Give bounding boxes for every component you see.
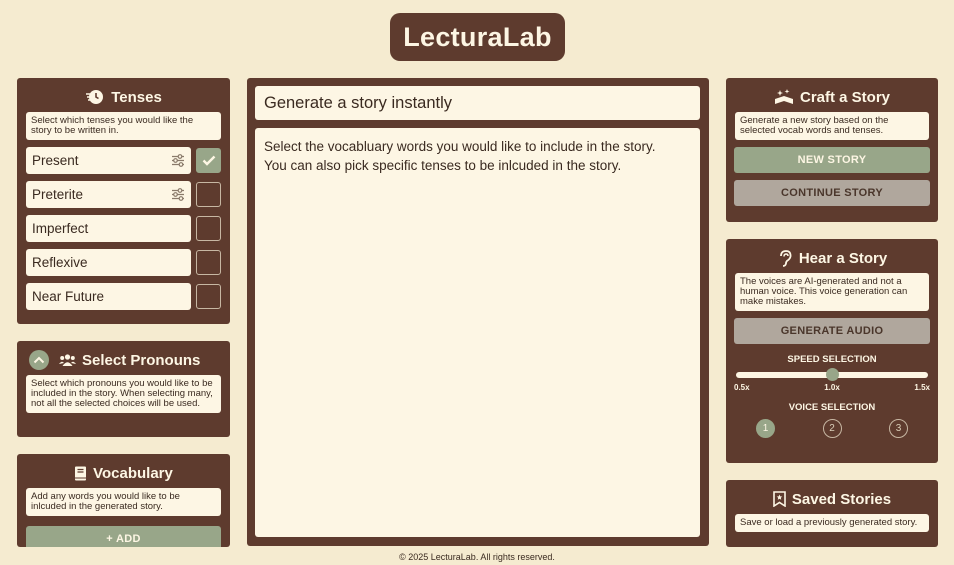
speed-mid-label: 1.0x [824, 383, 840, 392]
app-logo: LecturaLab [390, 13, 565, 61]
tense-row-reflexive: Reflexive [26, 249, 221, 276]
story-title: Generate a story instantly [255, 86, 700, 120]
tense-checkbox-reflexive[interactable] [196, 250, 221, 275]
users-icon [59, 354, 76, 366]
tense-row-imperfect: Imperfect [26, 215, 221, 242]
ear-icon [779, 249, 792, 267]
tenses-panel: Tenses Select which tenses you would lik… [17, 78, 230, 324]
tense-label: Imperfect [32, 221, 89, 236]
vocabulary-title: Vocabulary [93, 464, 173, 482]
hear-story-panel: Hear a Story The voices are AI-generated… [726, 239, 938, 463]
footer-copyright: © 2025 LecturaLab. All rights reserved. [399, 552, 555, 562]
tense-option-reflexive[interactable]: Reflexive [26, 249, 191, 276]
speed-slider[interactable] [736, 368, 928, 381]
voice-option-2[interactable]: 2 [822, 419, 842, 438]
continue-story-button[interactable]: CONTINUE STORY [734, 180, 930, 206]
collapse-toggle[interactable] [29, 350, 49, 370]
tense-row-present: Present [26, 147, 221, 174]
tenses-title: Tenses [111, 88, 162, 106]
saved-title: Saved Stories [791, 490, 892, 508]
pronouns-panel: Select Pronouns Select which pronouns yo… [17, 341, 230, 437]
voice-selector: 1 2 3 [756, 419, 908, 438]
tense-checkbox-near-future[interactable] [196, 284, 221, 309]
speed-min-label: 0.5x [734, 383, 750, 392]
speed-slider-thumb[interactable] [826, 368, 839, 381]
book-icon [75, 466, 87, 480]
voice-option-3[interactable]: 3 [889, 419, 908, 438]
story-body-line: Select the vocabluary words you would li… [264, 139, 656, 154]
speed-selection-label: SPEED SELECTION [787, 354, 877, 365]
tense-option-imperfect[interactable]: Imperfect [26, 215, 191, 242]
checkmark-icon [202, 155, 215, 166]
story-body-line: You can also pick specific tenses to be … [264, 158, 622, 173]
pronouns-title: Select Pronouns [82, 351, 201, 369]
sparkle-book-icon [774, 88, 793, 104]
saved-description: Save or load a previously generated stor… [735, 514, 929, 532]
hear-description: The voices are AI-generated and not a hu… [735, 273, 929, 311]
chevron-up-icon [33, 356, 45, 364]
craft-story-panel: Craft a Story Generate a new story based… [726, 78, 938, 222]
voice-option-1[interactable]: 1 [756, 419, 775, 438]
pronouns-description: Select which pronouns you would like to … [26, 375, 221, 413]
hear-title: Hear a Story [798, 249, 888, 267]
story-body: Select the vocabluary words you would li… [255, 128, 700, 537]
sliders-icon[interactable] [171, 188, 185, 201]
tense-checkbox-imperfect[interactable] [196, 216, 221, 241]
craft-description: Generate a new story based on the select… [735, 112, 929, 140]
tense-row-near-future: Near Future [26, 283, 221, 310]
story-panel: Generate a story instantly Select the vo… [247, 78, 709, 546]
tense-label: Reflexive [32, 255, 88, 270]
tense-row-preterite: Preterite [26, 181, 221, 208]
craft-title: Craft a Story [799, 88, 891, 106]
bookmark-star-icon [773, 491, 786, 507]
tense-checkbox-present[interactable] [196, 148, 221, 173]
tense-label: Preterite [32, 187, 84, 202]
tense-checkbox-preterite[interactable] [196, 182, 221, 207]
saved-stories-panel: Saved Stories Save or load a previously … [726, 480, 938, 547]
tenses-description: Select which tenses you would like the s… [26, 112, 221, 140]
voice-selection-label: VOICE SELECTION [788, 402, 876, 413]
sliders-icon[interactable] [171, 154, 185, 167]
generate-audio-button[interactable]: GENERATE AUDIO [734, 318, 930, 344]
tense-option-near-future[interactable]: Near Future [26, 283, 191, 310]
add-word-button[interactable]: + ADD [26, 526, 221, 547]
vocabulary-description: Add any words you would like to be inlcu… [26, 488, 221, 516]
tense-label: Present [32, 153, 79, 168]
tense-option-present[interactable]: Present [26, 147, 191, 174]
speed-max-label: 1.5x [914, 383, 930, 392]
clock-icon [86, 90, 104, 104]
new-story-button[interactable]: NEW STORY [734, 147, 930, 173]
tense-label: Near Future [32, 289, 105, 304]
tense-option-preterite[interactable]: Preterite [26, 181, 191, 208]
vocabulary-panel: Vocabulary Add any words you would like … [17, 454, 230, 547]
